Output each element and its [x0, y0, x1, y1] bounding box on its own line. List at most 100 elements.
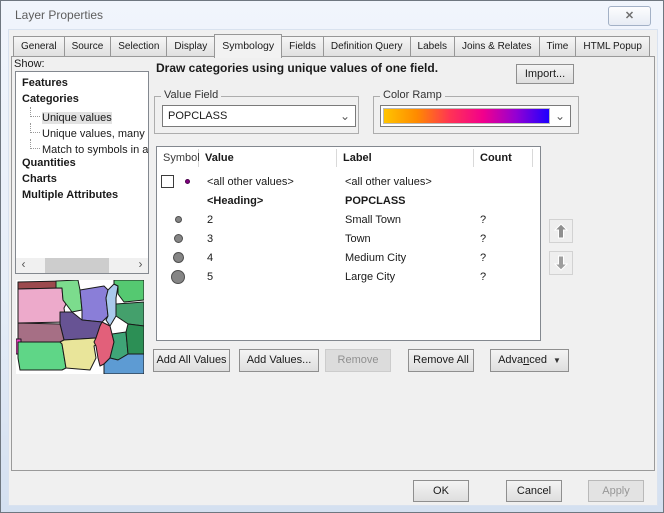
close-icon: ✕	[625, 10, 634, 22]
cancel-button[interactable]: Cancel	[506, 480, 562, 502]
import-button[interactable]: Import...	[516, 64, 574, 84]
value-field-dropdown[interactable]: POPCLASS ⌄	[162, 105, 356, 127]
layer-properties-dialog: Layer Properties ✕ General Source Select…	[0, 0, 664, 513]
tree-horizontal-scrollbar[interactable]: ‹ ›	[16, 258, 148, 273]
state-kansas	[18, 342, 66, 370]
table-row[interactable]: <all other values> <all other values>	[157, 172, 540, 191]
value-cell: <all other values>	[199, 176, 337, 188]
column-header-value[interactable]: Value	[199, 149, 337, 167]
tab-general[interactable]: General	[13, 36, 65, 56]
tree-item-features[interactable]: Features	[16, 75, 148, 91]
label-cell: POPCLASS	[337, 195, 474, 207]
move-up-icon	[554, 223, 568, 239]
tab-definition-query[interactable]: Definition Query	[323, 36, 411, 56]
point-symbol[interactable]	[174, 234, 183, 243]
count-cell: ?	[474, 214, 533, 226]
state-ohio	[126, 324, 144, 354]
state-michigan-lower	[116, 302, 144, 326]
value-field-selected-value: POPCLASS	[168, 110, 335, 122]
count-cell: ?	[474, 233, 533, 245]
column-header-count[interactable]: Count	[474, 149, 533, 167]
label-cell: Town	[337, 233, 474, 245]
count-cell: ?	[474, 271, 533, 283]
point-symbol[interactable]	[171, 270, 185, 284]
value-cell: 3	[199, 233, 337, 245]
color-ramp-gradient	[383, 108, 550, 124]
tab-joins-relates[interactable]: Joins & Relates	[454, 36, 539, 56]
point-symbol[interactable]	[175, 216, 182, 223]
table-row[interactable]: 4 Medium City ?	[157, 248, 540, 267]
table-row[interactable]: 3 Town ?	[157, 229, 540, 248]
column-header-symbol[interactable]: Symbol	[157, 149, 199, 167]
add-all-values-button[interactable]: Add All Values	[153, 349, 230, 372]
apply-button: Apply	[588, 480, 644, 502]
tree-item-charts[interactable]: Charts	[16, 171, 148, 187]
tab-strip: General Source Selection Display Symbolo…	[13, 34, 649, 56]
tab-selection[interactable]: Selection	[110, 36, 167, 56]
state-wisconsin	[80, 286, 108, 322]
tab-display[interactable]: Display	[166, 36, 215, 56]
chevron-down-icon[interactable]: ⌄	[335, 109, 355, 123]
scrollbar-track[interactable]	[31, 258, 133, 273]
label-cell: Large City	[337, 271, 474, 283]
all-other-values-checkbox[interactable]	[161, 175, 174, 188]
state-south-dakota	[18, 288, 66, 323]
add-values-button[interactable]: Add Values...	[239, 349, 319, 372]
label-cell: <all other values>	[337, 176, 474, 188]
map-preview-image	[16, 280, 144, 374]
tree-item-match-symbols[interactable]: Match to symbols in a	[16, 139, 148, 155]
advanced-button-label: Advanced	[498, 350, 547, 371]
remove-all-button[interactable]: Remove All	[408, 349, 474, 372]
tree-connector	[30, 139, 40, 149]
close-button[interactable]: ✕	[608, 6, 651, 26]
tree-item-multiple-attributes[interactable]: Multiple Attributes	[16, 187, 148, 203]
symbology-map-preview	[16, 280, 144, 374]
state-missouri	[60, 338, 98, 370]
chevron-down-icon[interactable]: ⌄	[550, 109, 570, 123]
label-cell: Small Town	[337, 214, 474, 226]
table-row[interactable]: 5 Large City ?	[157, 267, 540, 286]
ok-button[interactable]: OK	[413, 480, 469, 502]
table-header: Symbol Value Label Count	[157, 147, 540, 169]
move-down-icon	[554, 255, 568, 271]
show-label: Show:	[14, 58, 45, 70]
color-ramp-dropdown[interactable]: ⌄	[380, 105, 571, 127]
color-ramp-label: Color Ramp	[380, 89, 445, 101]
tree-connector	[30, 107, 40, 117]
tab-fields[interactable]: Fields	[281, 36, 324, 56]
advanced-button[interactable]: Advanced ▼	[490, 349, 569, 372]
point-symbol[interactable]	[173, 252, 184, 263]
tab-time[interactable]: Time	[539, 36, 577, 56]
tab-symbology[interactable]: Symbology	[214, 34, 282, 58]
renderer-tree: Features Categories Unique values Unique…	[15, 71, 149, 274]
column-header-label[interactable]: Label	[337, 149, 474, 167]
tree-item-quantities[interactable]: Quantities	[16, 155, 148, 171]
move-down-button[interactable]	[549, 251, 573, 275]
state-nebraska	[18, 323, 64, 342]
scroll-left-icon[interactable]: ‹	[16, 258, 31, 273]
tree-connector	[30, 123, 40, 133]
table-row[interactable]: 2 Small Town ?	[157, 210, 540, 229]
window-title: Layer Properties	[15, 8, 103, 22]
state-michigan-upper	[114, 280, 144, 302]
unique-values-table: Symbol Value Label Count <all other valu…	[156, 146, 541, 341]
tree-item-categories[interactable]: Categories	[16, 91, 148, 107]
tab-html-popup[interactable]: HTML Popup	[575, 36, 650, 56]
point-symbol[interactable]	[185, 179, 190, 184]
table-row-heading[interactable]: <Heading> POPCLASS	[157, 191, 540, 210]
tree-item-unique-values[interactable]: Unique values	[16, 107, 148, 123]
tab-source[interactable]: Source	[64, 36, 112, 56]
value-cell: <Heading>	[199, 195, 337, 207]
tab-labels[interactable]: Labels	[410, 36, 455, 56]
label-cell: Medium City	[337, 252, 474, 264]
count-cell: ?	[474, 252, 533, 264]
remove-button: Remove	[325, 349, 391, 372]
value-field-label: Value Field	[161, 89, 221, 101]
scroll-right-icon[interactable]: ›	[133, 258, 148, 273]
move-up-button[interactable]	[549, 219, 573, 243]
scrollbar-thumb[interactable]	[45, 258, 108, 273]
renderer-description: Draw categories using unique values of o…	[156, 61, 438, 75]
tree-item-unique-values-many[interactable]: Unique values, many	[16, 123, 148, 139]
dropdown-caret-icon: ▼	[553, 350, 561, 371]
value-cell: 5	[199, 271, 337, 283]
